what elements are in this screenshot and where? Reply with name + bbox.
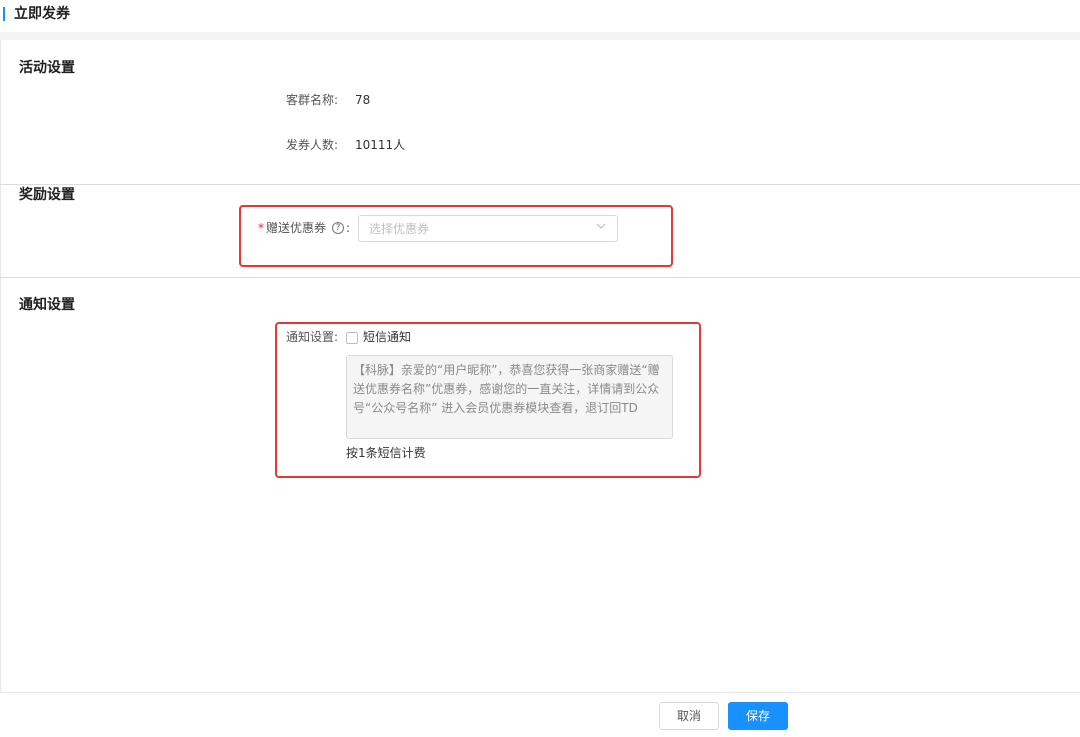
sms-checkbox-label[interactable]: 短信通知 [363, 328, 411, 346]
section-divider [0, 184, 1080, 185]
header-gap [0, 32, 1080, 40]
coupon-count-label: 发券人数: [268, 136, 338, 154]
notify-field-label: 通知设置: [286, 328, 338, 346]
form-footer: 取消 保存 [0, 692, 1080, 737]
section-divider-2 [0, 277, 1080, 278]
coupon-label-colon: : [346, 219, 350, 237]
title-accent-bar [3, 7, 5, 21]
save-button[interactable]: 保存 [728, 702, 788, 730]
reward-section-title: 奖励设置 [19, 185, 75, 205]
question-circle-icon[interactable]: ? [332, 222, 344, 234]
cancel-button[interactable]: 取消 [659, 702, 719, 730]
coupon-count-value: 10111人 [355, 136, 405, 154]
page-header: 立即发券 [0, 0, 1080, 32]
coupon-select-placeholder: 选择优惠券 [369, 220, 429, 238]
group-name-label: 客群名称: [268, 91, 338, 109]
activity-section-title: 活动设置 [19, 58, 75, 78]
chevron-down-icon [595, 220, 607, 232]
sms-checkbox[interactable] [346, 332, 358, 344]
coupon-select[interactable]: 选择优惠券 [358, 215, 618, 242]
billing-note: 按1条短信计费 [346, 444, 426, 462]
required-mark: * [258, 219, 264, 237]
sms-template-preview: 【科脉】亲爱的“用户昵称”，恭喜您获得一张商家赠送“赠送优惠券名称”优惠券，感谢… [346, 355, 673, 439]
notify-section-title: 通知设置 [19, 295, 75, 315]
group-name-value: 78 [355, 91, 370, 109]
page: 立即发券 活动设置 客群名称: 78 发券人数: 10111人 奖励设置 * 赠… [0, 0, 1080, 737]
page-title: 立即发券 [14, 4, 70, 24]
coupon-field-label: 赠送优惠券 [266, 219, 326, 237]
